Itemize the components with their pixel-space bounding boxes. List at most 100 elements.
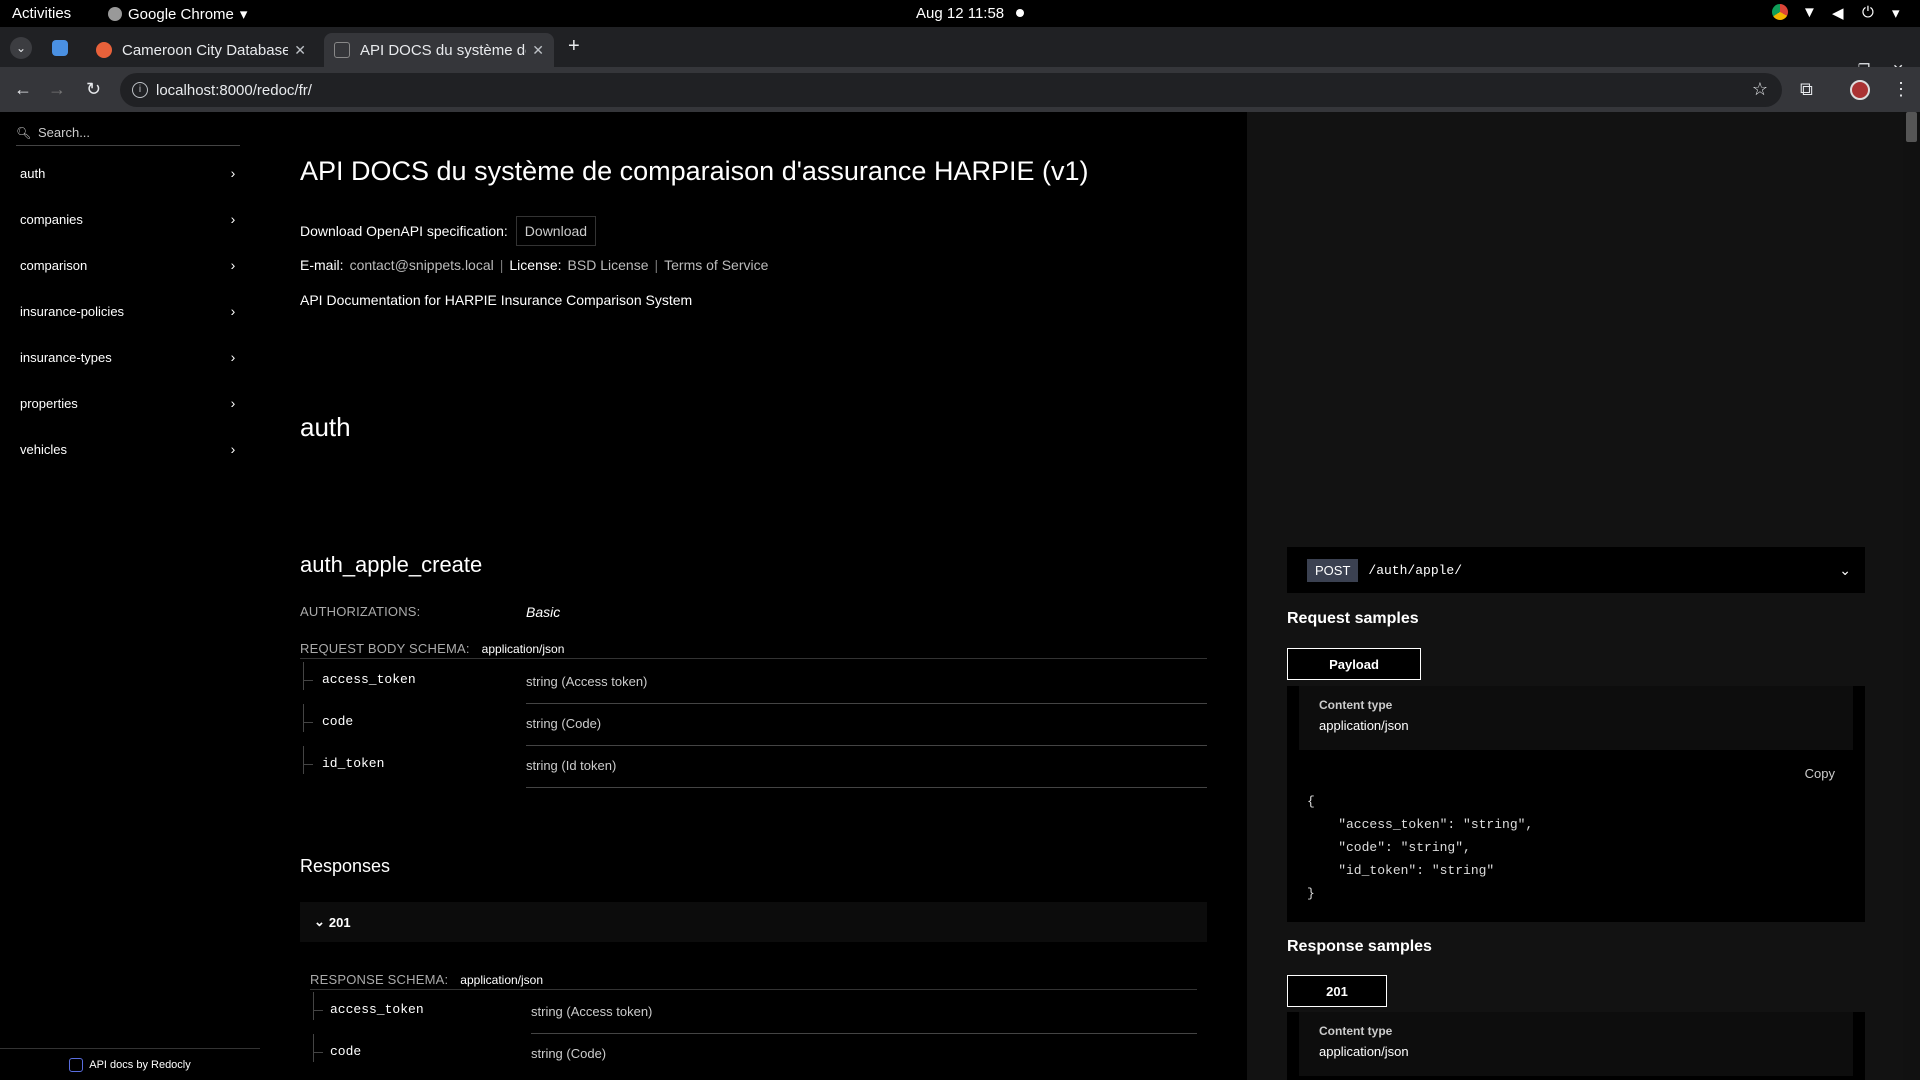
extensions-icon[interactable]: ⧉ — [1800, 79, 1813, 100]
tree-tick — [303, 680, 313, 681]
request-samples-title: Request samples — [1287, 610, 1419, 627]
activities-button[interactable]: Activities — [12, 5, 71, 22]
sidebar: 🔍︎ Search... auth › companies › comparis… — [0, 112, 260, 1080]
redocly-logo-icon — [69, 1057, 84, 1072]
extension-tab-icon[interactable] — [52, 40, 68, 56]
samples-panel: POST /auth/apple/ ⌄ Request samples Payl… — [1247, 112, 1903, 1080]
site-info-icon[interactable]: i — [132, 82, 148, 98]
field-name: access_token — [330, 1002, 424, 1017]
address-bar[interactable]: i localhost:8000/redoc/fr/ ☆ — [120, 73, 1782, 107]
schema-field: id_token string (Id token) — [300, 746, 1207, 788]
scrollbar-thumb[interactable] — [1906, 112, 1917, 142]
tab-strip: ⌄ Cameroon City Database ✕ API DOCS du s… — [0, 27, 1920, 77]
caret-down-icon: ▾ — [239, 6, 248, 23]
sidebar-item-label: vehicles — [20, 441, 67, 457]
code-line: } — [1307, 886, 1315, 901]
divider — [526, 787, 1207, 788]
tree-line — [303, 746, 304, 774]
bookmark-star-icon[interactable]: ☆ — [1752, 79, 1768, 100]
request-schema-label: REQUEST BODY SCHEMA: — [300, 641, 470, 656]
code-line: "access_token": "string", — [1307, 817, 1534, 832]
forward-icon[interactable]: → — [48, 79, 66, 100]
authorizations-value[interactable]: Basic — [526, 604, 560, 620]
main-content: API DOCS du système de comparaison d'ass… — [260, 112, 1247, 1080]
notification-dot-icon — [1016, 9, 1024, 17]
response-field: code string (Code) — [310, 1034, 1197, 1076]
chrome-tray-icon — [1772, 4, 1788, 20]
terms-link[interactable]: Terms of Service — [664, 257, 768, 273]
field-type: string (Code) — [526, 716, 602, 731]
content-type-label: Content type — [1319, 1024, 1393, 1038]
app-menu[interactable]: Google Chrome ▾ — [108, 5, 247, 23]
endpoint-bar[interactable]: POST /auth/apple/ ⌄ — [1287, 547, 1865, 593]
field-name: access_token — [322, 672, 416, 687]
separator: | — [499, 257, 504, 273]
sidebar-item-auth[interactable]: auth › — [20, 161, 240, 185]
sidebar-item-properties[interactable]: properties › — [20, 391, 240, 415]
copy-button[interactable]: Copy — [1805, 766, 1835, 781]
page-scrollbar[interactable] — [1903, 112, 1920, 1080]
license-label: License: — [509, 257, 562, 273]
new-tab-icon[interactable]: + — [568, 35, 580, 58]
responses-title: Responses — [300, 856, 391, 876]
field-type: string (Id token) — [526, 758, 617, 773]
tab-api-docs[interactable]: API DOCS du système de ✕ — [324, 33, 554, 67]
system-tray[interactable]: ▼ ◀ ⏻ ▾ — [1772, 4, 1908, 22]
chevron-right-icon: › — [230, 395, 236, 411]
payload-tab[interactable]: Payload — [1287, 648, 1421, 680]
content-type-box: Content type application/json — [1299, 686, 1853, 750]
search-input[interactable]: Search... — [38, 125, 90, 140]
sidebar-item-label: companies — [20, 211, 83, 227]
field-type: string (Access token) — [526, 674, 648, 689]
chevron-right-icon: › — [230, 349, 236, 365]
tree-line — [313, 1034, 314, 1062]
sidebar-item-label: insurance-types — [20, 349, 112, 365]
redocly-footer-text: API docs by Redocly — [89, 1058, 191, 1071]
schema-field: code string (Code) — [300, 704, 1207, 746]
sidebar-item-insurance-types[interactable]: insurance-types › — [20, 345, 240, 369]
response-201-tab[interactable]: 201 — [1287, 975, 1387, 1007]
chevron-down-icon: ⌄ — [314, 914, 325, 929]
code-line: "id_token": "string" — [1307, 863, 1495, 878]
tab-cameroon[interactable]: Cameroon City Database ✕ — [86, 33, 316, 67]
download-button[interactable]: Download — [515, 216, 597, 246]
tab-search-icon[interactable]: ⌄ — [10, 37, 32, 59]
response-code: 201 — [328, 914, 351, 930]
sidebar-item-insurance-policies[interactable]: insurance-policies › — [20, 299, 240, 323]
clock[interactable]: Aug 12 11:58 — [916, 5, 1004, 22]
tab-close-icon[interactable]: ✕ — [532, 42, 544, 59]
operation-title: auth_apple_create — [300, 552, 483, 577]
content-type-box: Content type application/json — [1299, 1012, 1853, 1076]
page: 🔍︎ Search... auth › companies › comparis… — [0, 112, 1920, 1080]
field-name: code — [322, 714, 354, 729]
redocly-footer-link[interactable]: API docs by Redocly — [0, 1048, 260, 1080]
field-type: string (Code) — [531, 1046, 607, 1061]
section-title: auth — [300, 412, 351, 442]
request-schema-row: REQUEST BODY SCHEMA: application/json — [300, 639, 1207, 659]
tab-close-icon[interactable]: ✕ — [294, 42, 306, 59]
request-sample-box: Content type application/json Copy { "ac… — [1287, 686, 1865, 922]
response-schema-type: application/json — [460, 972, 544, 987]
content-type-value: application/json — [1319, 1044, 1409, 1059]
sidebar-item-vehicles[interactable]: vehicles › — [20, 437, 240, 461]
tab-favicon-icon — [334, 42, 350, 58]
field-name: code — [330, 1044, 362, 1059]
email-link[interactable]: contact@snippets.local — [350, 257, 494, 273]
menu-kebab-icon[interactable]: ⋮ — [1892, 79, 1910, 100]
response-201-toggle[interactable]: ⌄ 201 — [300, 902, 1207, 942]
chevron-right-icon: › — [230, 165, 236, 181]
reload-icon[interactable]: ↻ — [86, 79, 101, 100]
sidebar-item-comparison[interactable]: comparison › — [20, 253, 240, 277]
url-text: localhost:8000/redoc/fr/ — [156, 81, 312, 99]
profile-avatar[interactable] — [1850, 80, 1870, 100]
search-box[interactable]: 🔍︎ Search... — [16, 120, 240, 146]
download-label: Download OpenAPI specification: — [300, 223, 508, 239]
response-schema-label: RESPONSE SCHEMA: — [310, 972, 449, 987]
license-link[interactable]: BSD License — [568, 257, 649, 273]
sidebar-item-companies[interactable]: companies › — [20, 207, 240, 231]
browser-toolbar: ← → ↻ i localhost:8000/redoc/fr/ ☆ ⧉ ⋮ — [0, 67, 1920, 112]
sidebar-item-label: comparison — [20, 257, 88, 273]
authorizations-row: AUTHORIZATIONS: Basic — [300, 604, 1207, 620]
code-sample: { "access_token": "string", "code": "str… — [1307, 790, 1533, 905]
back-icon[interactable]: ← — [14, 79, 32, 100]
